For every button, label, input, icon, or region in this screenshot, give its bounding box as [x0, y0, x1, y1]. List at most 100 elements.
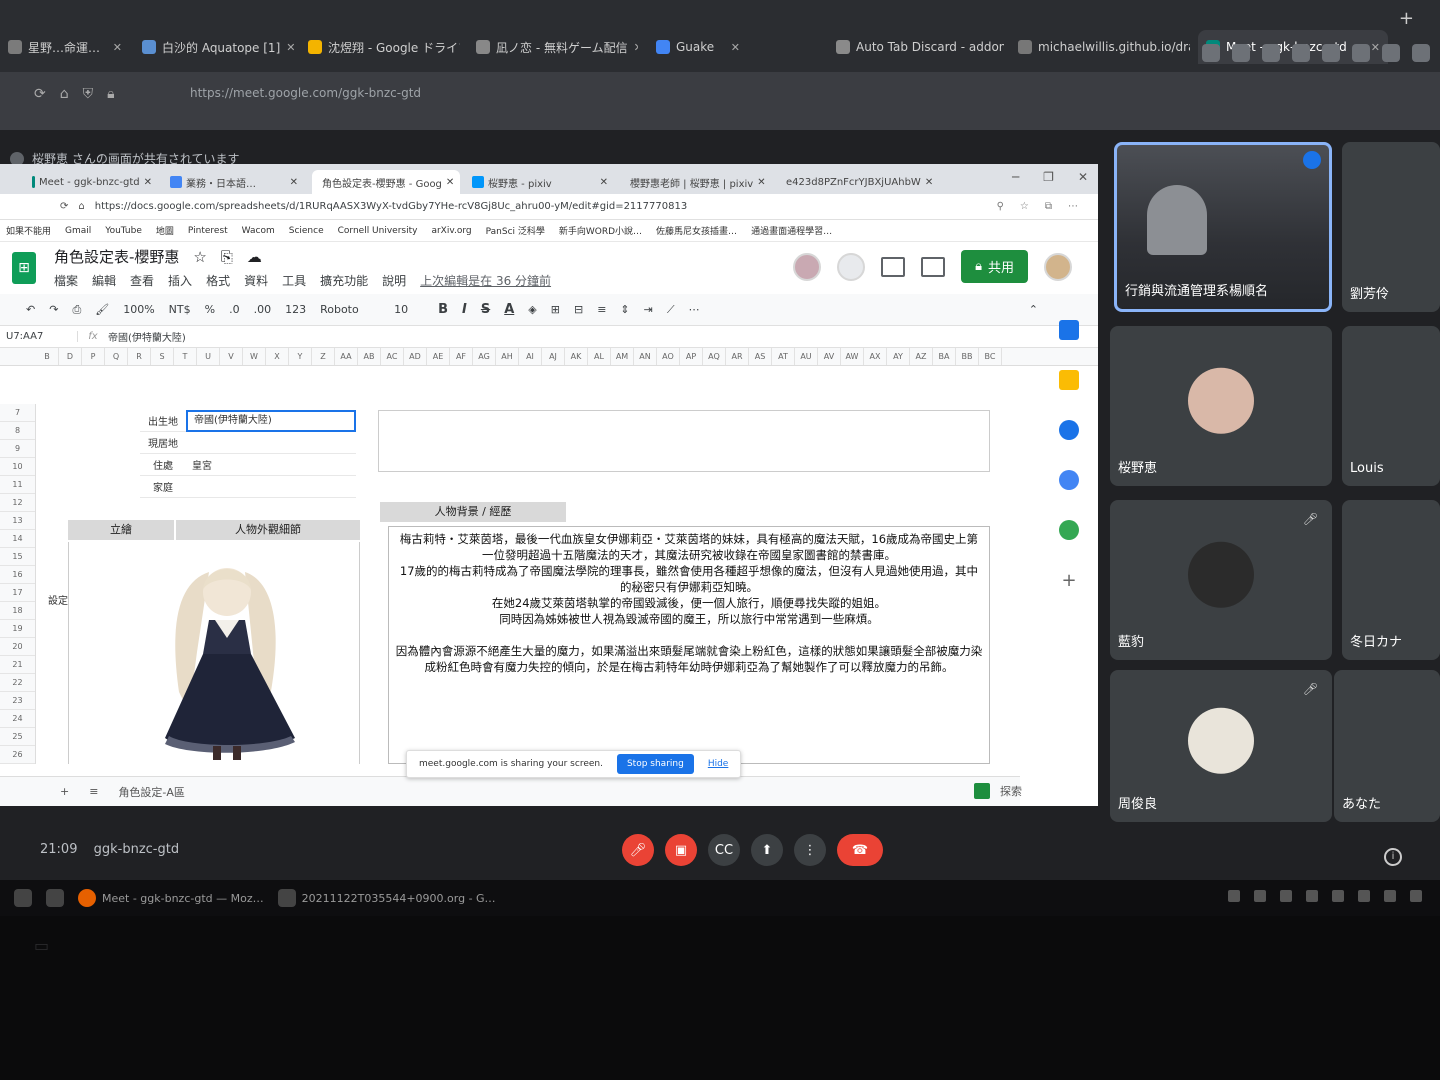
- column-label[interactable]: BB: [956, 348, 979, 365]
- shared-browser-tab[interactable]: Meet - ggk-bnzc-gtd ✕: [26, 170, 158, 194]
- column-label[interactable]: AE: [427, 348, 450, 365]
- tab-close-icon[interactable]: ✕: [634, 41, 638, 54]
- menu-item[interactable]: 查看: [130, 272, 154, 289]
- row-label[interactable]: 9: [0, 440, 35, 458]
- sheet-tab[interactable]: 角色設定-A區: [118, 784, 185, 800]
- row-label[interactable]: 19: [0, 620, 35, 638]
- shared-browser-tab[interactable]: 業務・日本語… ✕: [164, 170, 304, 194]
- battery-icon[interactable]: [1410, 890, 1422, 902]
- fill-color-icon[interactable]: ◈: [528, 303, 536, 316]
- browser-tab[interactable]: 沈煜翔 - Google ドライブ✕: [300, 30, 460, 64]
- extension-icon[interactable]: [1352, 44, 1370, 62]
- menu-item[interactable]: 資料: [244, 272, 268, 289]
- column-label[interactable]: AW: [841, 348, 864, 365]
- row-label[interactable]: 11: [0, 476, 35, 494]
- text-color-icon[interactable]: A: [504, 302, 514, 317]
- column-label[interactable]: AK: [565, 348, 588, 365]
- browser-tab[interactable]: Guake ✕: [648, 30, 748, 64]
- add-sheet-icon[interactable]: +: [60, 785, 69, 798]
- app-launcher-icon[interactable]: [14, 889, 32, 907]
- share-button[interactable]: 🔒︎ 共用: [961, 250, 1028, 283]
- participant-tile[interactable]: 劉芳伶: [1342, 142, 1440, 312]
- column-label[interactable]: D: [59, 348, 82, 365]
- extension-icon[interactable]: [1292, 44, 1310, 62]
- extension-icon[interactable]: [1382, 44, 1400, 62]
- menu-item[interactable]: 工具: [282, 272, 306, 289]
- paint-format-icon[interactable]: 🖌︎: [95, 303, 109, 316]
- tray-icon[interactable]: [1228, 890, 1240, 902]
- row-label[interactable]: 18: [0, 602, 35, 620]
- merged-cell-box[interactable]: [378, 410, 990, 472]
- tab-close-icon[interactable]: ✕: [286, 41, 294, 54]
- participant-tile[interactable]: 行銷與流通管理系楊順名: [1114, 142, 1332, 312]
- align-icon[interactable]: ≡: [597, 303, 606, 316]
- column-label[interactable]: AG: [473, 348, 496, 365]
- cloud-status-icon[interactable]: ☁: [247, 248, 262, 266]
- shield-icon[interactable]: ⛨: [83, 86, 94, 102]
- shared-browser-tab[interactable]: 角色設定表-櫻野惠 - Goog ✕: [312, 170, 460, 194]
- column-label[interactable]: R: [128, 348, 151, 365]
- tab-close-icon[interactable]: ✕: [925, 177, 932, 188]
- percent-button[interactable]: %: [205, 303, 215, 316]
- participant-tile[interactable]: 冬日カナ: [1342, 500, 1440, 660]
- menu-item[interactable]: 檔案: [54, 272, 78, 289]
- present-icon[interactable]: [921, 256, 946, 277]
- column-label[interactable]: S: [151, 348, 174, 365]
- shared-url[interactable]: https://docs.google.com/spreadsheets/d/1…: [95, 201, 687, 212]
- bookmark-item[interactable]: 佐藤馬尼女孩插畫…: [656, 224, 737, 237]
- tab-close-icon[interactable]: ✕: [290, 177, 298, 188]
- minimize-icon[interactable]: ─: [1012, 170, 1019, 184]
- name-box[interactable]: U7:AA7: [0, 331, 78, 342]
- column-label[interactable]: AI: [519, 348, 542, 365]
- formula-input[interactable]: 帝國(伊特蘭大陸): [108, 329, 186, 344]
- row-label[interactable]: 24: [0, 710, 35, 728]
- column-label[interactable]: AL: [588, 348, 611, 365]
- row-label[interactable]: 8: [0, 422, 35, 440]
- column-label[interactable]: AN: [634, 348, 657, 365]
- row-label[interactable]: 20: [0, 638, 35, 656]
- row-label[interactable]: 26: [0, 746, 35, 764]
- extension-icon[interactable]: ⧉: [1045, 201, 1052, 212]
- tab-close-icon[interactable]: ✕: [731, 41, 740, 54]
- bookmark-item[interactable]: 地圖: [156, 224, 174, 237]
- row-label[interactable]: 16: [0, 566, 35, 584]
- extension-icon[interactable]: [1412, 44, 1430, 62]
- row-label[interactable]: 10: [0, 458, 35, 476]
- browser-tab[interactable]: 白沙的 Aquatope [1] ✕: [134, 30, 294, 64]
- row-label[interactable]: 22: [0, 674, 35, 692]
- lock-icon[interactable]: 🔒︎: [107, 86, 114, 102]
- column-label[interactable]: AV: [818, 348, 841, 365]
- column-label[interactable]: W: [243, 348, 266, 365]
- extension-icon[interactable]: [1202, 44, 1220, 62]
- column-label[interactable]: AT: [772, 348, 795, 365]
- column-label[interactable]: Q: [105, 348, 128, 365]
- keep-icon[interactable]: [1059, 370, 1079, 390]
- column-label[interactable]: AR: [726, 348, 749, 365]
- browser-tab[interactable]: 星野…命運… ✕: [0, 30, 130, 64]
- tray-icon[interactable]: [1384, 890, 1396, 902]
- collapse-icon[interactable]: ⌃: [1029, 303, 1038, 316]
- browser-tab[interactable]: michaelwillis.github.io/drag✕: [1010, 30, 1190, 64]
- hide-link[interactable]: Hide: [708, 759, 729, 769]
- currency-button[interactable]: NT$: [169, 303, 191, 316]
- all-sheets-icon[interactable]: ≡: [89, 785, 98, 798]
- tray-icon[interactable]: [1332, 890, 1344, 902]
- borders-icon[interactable]: ⊞: [551, 303, 560, 316]
- column-label[interactable]: AJ: [542, 348, 565, 365]
- italic-icon[interactable]: I: [462, 302, 467, 317]
- last-edit-link[interactable]: 上次編輯是在 36 分鐘前: [420, 272, 551, 289]
- column-label[interactable]: AH: [496, 348, 519, 365]
- info-value-cell[interactable]: 皇宮: [186, 457, 356, 472]
- meeting-details-icon[interactable]: i: [1384, 848, 1402, 866]
- extension-icon[interactable]: [1322, 44, 1340, 62]
- browser-tab[interactable]: Auto Tab Discard - addon✕: [828, 30, 1004, 64]
- valign-icon[interactable]: ⇕: [620, 303, 629, 316]
- row-label[interactable]: 21: [0, 656, 35, 674]
- column-label[interactable]: AU: [795, 348, 818, 365]
- bookmark-item[interactable]: PanSci 泛科學: [486, 224, 545, 237]
- bold-icon[interactable]: B: [438, 302, 448, 317]
- row-label[interactable]: 12: [0, 494, 35, 512]
- column-label[interactable]: AC: [381, 348, 404, 365]
- column-label[interactable]: AD: [404, 348, 427, 365]
- column-label[interactable]: BA: [933, 348, 956, 365]
